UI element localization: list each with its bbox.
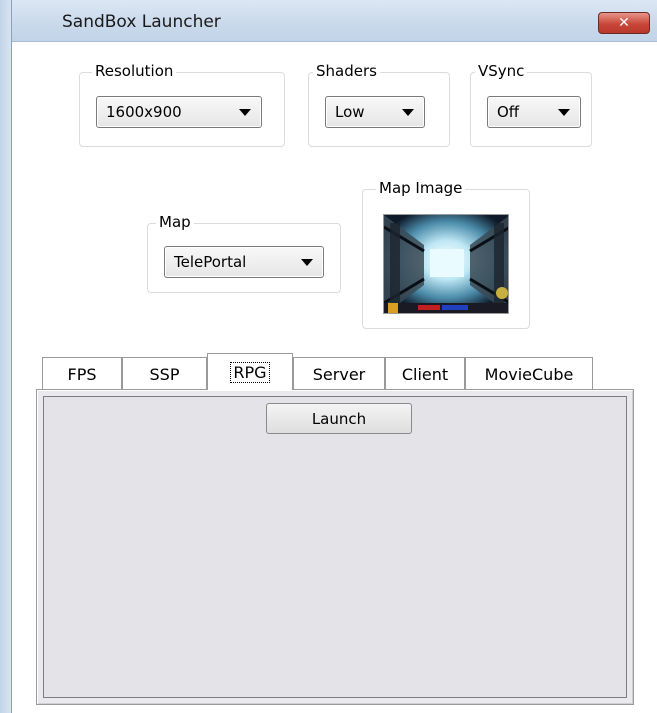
tab-server[interactable]: Server [293, 357, 385, 390]
shaders-dropdown[interactable]: Low [325, 96, 425, 128]
window-frame-left [0, 0, 12, 713]
window-title: SandBox Launcher [62, 12, 221, 32]
tab-rpg[interactable]: RPG [207, 353, 293, 390]
chevron-down-icon [558, 109, 570, 116]
tab-label: MovieCube [484, 364, 574, 384]
chevron-down-icon [301, 259, 313, 266]
tab-label: FPS [67, 364, 97, 384]
close-icon: ✕ [618, 15, 630, 31]
tab-moviecube[interactable]: MovieCube [465, 357, 593, 390]
resolution-label: Resolution [92, 62, 177, 80]
tab-label: RPG [230, 361, 270, 383]
tab-panel-content [43, 396, 627, 698]
map-group: Map TelePortal [147, 213, 341, 293]
title-bar[interactable]: SandBox Launcher ✕ [0, 0, 657, 42]
resolution-dropdown[interactable]: 1600x900 [96, 96, 262, 128]
map-label: Map [156, 213, 194, 231]
map-image-label: Map Image [376, 179, 466, 197]
tab-fps[interactable]: FPS [42, 357, 122, 390]
tab-label: Client [401, 364, 449, 384]
resolution-value: 1600x900 [106, 103, 182, 121]
vsync-dropdown[interactable]: Off [487, 96, 581, 128]
chevron-down-icon [402, 109, 414, 116]
tab-label: Server [312, 364, 366, 384]
close-button[interactable]: ✕ [598, 12, 650, 34]
map-value: TelePortal [174, 253, 247, 271]
chevron-down-icon [239, 109, 251, 116]
vsync-group: VSync Off [470, 62, 592, 147]
resolution-group: Resolution 1600x900 [79, 62, 285, 147]
vsync-value: Off [497, 103, 520, 121]
tab-label: SSP [149, 364, 180, 384]
shaders-label: Shaders [313, 62, 380, 80]
map-dropdown[interactable]: TelePortal [164, 246, 324, 278]
shaders-group: Shaders Low [308, 62, 450, 147]
tab-panel-rpg [36, 389, 634, 705]
shaders-value: Low [335, 103, 365, 121]
launcher-window: SandBox Launcher ✕ Resolution 1600x900 S… [0, 0, 657, 713]
vsync-label: VSync [475, 62, 528, 80]
map-image-thumbnail [383, 214, 509, 314]
tab-client[interactable]: Client [385, 357, 465, 390]
tab-ssp[interactable]: SSP [122, 357, 207, 390]
launch-label: Launch [311, 409, 367, 428]
teleportal-corridor-icon [384, 215, 508, 313]
launch-button[interactable]: Launch [266, 403, 412, 434]
